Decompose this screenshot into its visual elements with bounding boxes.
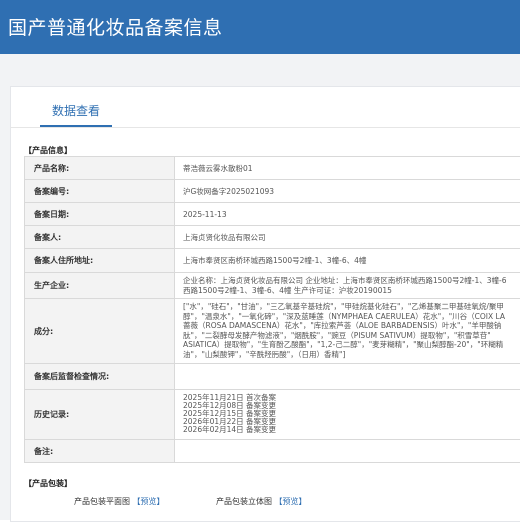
remarks-value bbox=[176, 440, 520, 462]
supervision-value bbox=[176, 364, 520, 389]
row-label: 产品名称: bbox=[25, 157, 175, 179]
table-row: 备案编号: 沪G妆网备字2025021093 bbox=[25, 180, 520, 203]
table-row: 备注: bbox=[25, 440, 520, 463]
table-row: 成分: ["水"，"硅石"，"甘油"，"三乙氧基辛基硅烷"，"甲硅烷基化硅石"，… bbox=[25, 299, 520, 364]
filing-date-value: 2025-11-13 bbox=[183, 209, 227, 219]
filer-value: 上海贞贤化妆品有限公司 bbox=[183, 232, 266, 242]
filer-address-value: 上海市奉贤区南桥环城西路1500号2幢-1、3幢-6、4幢 bbox=[183, 256, 367, 265]
manufacturer-line: 企业名称：上海贞贤化妆品有限公司 企业地址：上海市奉贤区南桥环城西路1500号2… bbox=[183, 276, 507, 285]
table-row: 备案后监督检查情况: bbox=[25, 364, 520, 390]
history-value: 2025年11月21日 首次备案 2025年12月08日 备案变更 2025年1… bbox=[176, 390, 520, 439]
page-header: 国产普通化妆品备案信息 bbox=[0, 0, 520, 54]
row-label: 备案人: bbox=[25, 226, 175, 248]
packaging-solid-label: 产品包装立体图 bbox=[216, 497, 272, 506]
row-label: 备注: bbox=[25, 440, 175, 462]
row-label: 生产企业: bbox=[25, 273, 175, 298]
ingredients-line: 油"，"山梨酸钾"，"辛酰羟肟酸"，（日用）香精"] bbox=[183, 349, 346, 359]
product-info-table: 产品名称: 蒂浩薇云雾水散粉01 备案编号: 沪G妆网备字2025021093 … bbox=[24, 156, 520, 463]
row-label: 历史记录: bbox=[25, 390, 175, 439]
history-entry: 2026年02月14日 备案变更 bbox=[183, 425, 277, 434]
tab-divider bbox=[10, 127, 520, 128]
row-label: 备案日期: bbox=[25, 203, 175, 225]
packaging-flat-label: 产品包装平面图 bbox=[74, 497, 130, 506]
table-row: 历史记录: 2025年11月21日 首次备案 2025年12月08日 备案变更 … bbox=[25, 390, 520, 440]
row-value: 上海市奉贤区南桥环城西路1500号2幢-1、3幢-6、4幢 bbox=[176, 249, 520, 272]
packaging-solid-item: 产品包装立体图 【预览】 bbox=[216, 496, 307, 507]
page-title: 国产普通化妆品备案信息 bbox=[8, 17, 223, 39]
manufacturer-line: 西路1500号2幢-1、3幢-6、4幢 生产许可证：沪妆20190015 bbox=[183, 285, 392, 295]
section-title-packaging: 【产品包装】 bbox=[24, 479, 72, 488]
row-value: 2025-11-13 bbox=[176, 203, 520, 225]
row-label: 备案编号: bbox=[25, 180, 175, 202]
tab-data-view[interactable]: 数据查看 bbox=[52, 102, 100, 119]
row-label: 备案人住所地址: bbox=[25, 249, 175, 272]
packaging-solid-preview-link[interactable]: 【预览】 bbox=[275, 497, 307, 506]
ingredients-line: 蔷薇（ROSA DAMASCENA）花水"，"库拉索芦荟（ALOE BARBAD… bbox=[183, 321, 502, 331]
packaging-flat-preview-link[interactable]: 【预览】 bbox=[133, 497, 165, 506]
table-row: 备案日期: 2025-11-13 bbox=[25, 203, 520, 226]
row-value: 上海贞贤化妆品有限公司 bbox=[176, 226, 520, 248]
table-row: 备案人住所地址: 上海市奉贤区南桥环城西路1500号2幢-1、3幢-6、4幢 bbox=[25, 249, 520, 273]
table-row: 产品名称: 蒂浩薇云雾水散粉01 bbox=[25, 157, 520, 180]
ingredients-value: ["水"，"硅石"，"甘油"，"三乙氧基辛基硅烷"，"甲硅烷基化硅石"，"乙烯基… bbox=[176, 299, 520, 363]
ingredients-line: 醇"，"温泉水"，"一氧化碲"，"深及蓝睡莲（NYMPHAEA CAERULEA… bbox=[183, 311, 506, 321]
filing-number-value: 沪G妆网备字2025021093 bbox=[183, 186, 275, 196]
ingredients-line: 肽"，"二裂酵母发酵产物滤液"，"烟酰胺"，"豌豆（PISUM SATIVUM）… bbox=[183, 330, 491, 340]
manufacturer-value: 企业名称：上海贞贤化妆品有限公司 企业地址：上海市奉贤区南桥环城西路1500号2… bbox=[176, 273, 520, 298]
ingredients-line: ["水"，"硅石"，"甘油"，"三乙氧基辛基硅烷"，"甲硅烷基化硅石"，"乙烯基… bbox=[183, 302, 504, 311]
row-label: 备案后监督检查情况: bbox=[25, 364, 175, 389]
section-title-product-info: 【产品信息】 bbox=[24, 146, 72, 155]
row-value: 蒂浩薇云雾水散粉01 bbox=[176, 157, 520, 179]
ingredients-line: ASIATICA）提取物"，"生育酚乙酸酯"，"1,2-己二醇"，"麦芽糊精"，… bbox=[183, 340, 504, 350]
packaging-flat-item: 产品包装平面图 【预览】 bbox=[74, 496, 165, 507]
product-name-value: 蒂浩薇云雾水散粉01 bbox=[183, 163, 253, 173]
row-value: 沪G妆网备字2025021093 bbox=[176, 180, 520, 202]
row-label: 成分: bbox=[25, 299, 175, 363]
table-row: 备案人: 上海贞贤化妆品有限公司 bbox=[25, 226, 520, 249]
table-row: 生产企业: 企业名称：上海贞贤化妆品有限公司 企业地址：上海市奉贤区南桥环城西路… bbox=[25, 273, 520, 299]
